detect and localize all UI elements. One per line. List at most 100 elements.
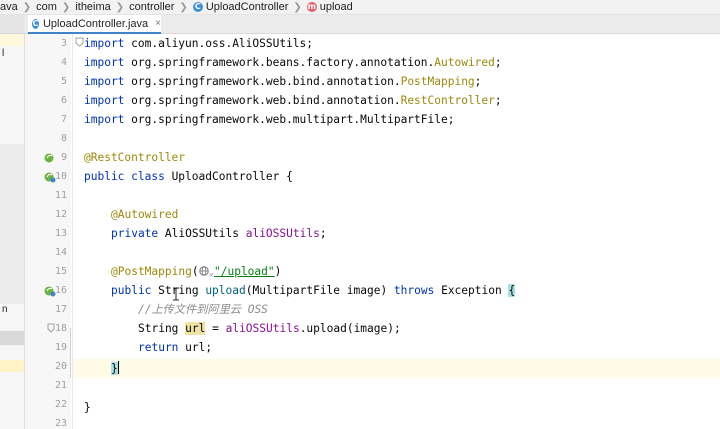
- line-number: 8: [60, 133, 67, 144]
- annotation: @RestController: [84, 151, 186, 164]
- chevron-right-icon: ❯: [61, 1, 71, 13]
- breadcrumb-label: upload: [319, 1, 353, 13]
- code-line-22: }: [84, 398, 91, 417]
- line-number: 5: [60, 76, 67, 87]
- code-line-13: private AliOSSUtils aliOSSUtils;: [111, 224, 327, 243]
- code-text: (: [191, 265, 199, 278]
- code-editor[interactable]: import com.aliyun.oss.AliOSSUtils; impor…: [72, 34, 720, 429]
- breadcrumb-item-class[interactable]: C UploadController: [192, 1, 289, 13]
- tree-item-highlight: [0, 360, 24, 372]
- annotation: @Autowired: [111, 208, 179, 221]
- line-number: 13: [54, 228, 67, 239]
- breadcrumb-item-com[interactable]: com: [36, 1, 57, 13]
- line-number: 7: [60, 114, 67, 125]
- tree-item-selected: [0, 331, 24, 345]
- breadcrumb-label: com: [36, 1, 57, 13]
- globe-icon[interactable]: [198, 266, 209, 278]
- comment: //上传文件到阿里云 OSS: [138, 303, 268, 316]
- class-icon: C: [32, 18, 39, 29]
- line-number: 11: [54, 190, 67, 201]
- code-text: url;: [178, 341, 213, 354]
- code-text: UploadController {: [164, 170, 293, 183]
- field-name: aliOSSUtils: [225, 322, 300, 335]
- code-text: AliOSSUtils: [158, 227, 246, 240]
- tab-label: UploadController.java: [42, 17, 149, 30]
- code-line-16: public String upload(MultipartFile image…: [111, 281, 516, 300]
- fold-imports-icon[interactable]: [75, 37, 84, 47]
- line-number: 3: [60, 38, 67, 49]
- code-line-4: import org.springframework.beans.factory…: [84, 53, 502, 72]
- chevron-right-icon: ❯: [179, 1, 188, 13]
- code-line-12: @Autowired: [111, 205, 178, 224]
- line-number: 15: [54, 266, 67, 277]
- breadcrumb-label: UploadController: [205, 1, 289, 13]
- class-icon: C: [192, 2, 203, 12]
- project-panel[interactable]: l n: [0, 34, 25, 429]
- line-number: 17: [54, 304, 67, 315]
- keyword: private: [111, 227, 159, 240]
- field-name: aliOSSUtils: [245, 227, 320, 240]
- line-number: 22: [54, 399, 67, 410]
- code-text: ;: [494, 56, 502, 69]
- breadcrumb-label: itheima: [75, 1, 111, 13]
- mouse-ibeam-icon: [173, 287, 179, 301]
- keyword: import: [84, 75, 125, 88]
- keyword: import: [84, 113, 125, 126]
- line-number: 19: [54, 342, 67, 353]
- breadcrumb-item-package-root[interactable]: ava: [0, 1, 18, 13]
- code-text: com.aliyun.oss.AliOSSUtils;: [124, 37, 314, 50]
- line-number: 20: [54, 361, 67, 372]
- breadcrumb: ava ❯ com ❯ itheima ❯ controller ❯ C Uplo…: [0, 0, 720, 15]
- request-mapping-icon[interactable]: [44, 285, 56, 297]
- string-literal[interactable]: "/upload": [214, 265, 275, 278]
- tree-item-fragment[interactable]: l: [0, 48, 26, 62]
- close-icon[interactable]: ×: [155, 18, 161, 29]
- breadcrumb-label: controller: [129, 1, 175, 13]
- code-text: org.springframework.web.bind.annotation.: [124, 75, 401, 88]
- spring-bean-icon[interactable]: [44, 171, 56, 183]
- code-text: (MultipartFile image): [245, 284, 394, 297]
- variable-highlight: url: [185, 322, 206, 335]
- code-line-10: public class UploadController {: [84, 167, 293, 186]
- keyword: import: [84, 37, 125, 50]
- code-text: =: [205, 322, 226, 335]
- annotation: @PostMapping: [111, 265, 192, 278]
- text-cursor: [117, 361, 119, 374]
- breadcrumb-item-controller[interactable]: controller: [129, 1, 174, 13]
- keyword: throws: [393, 284, 435, 297]
- line-number: 6: [60, 95, 67, 106]
- code-text: ): [274, 265, 282, 278]
- annotation-name: PostMapping: [400, 75, 475, 88]
- chevron-right-icon: ❯: [22, 1, 32, 13]
- code-line-18: String url = aliOSSUtils.upload(image);: [138, 319, 401, 338]
- editor-tab-bar: C UploadController.java ×: [0, 15, 720, 34]
- annotation-name: Autowired: [434, 56, 495, 69]
- code-line-17: //上传文件到阿里云 OSS: [138, 300, 268, 319]
- code-line-19: return url;: [138, 338, 212, 357]
- matched-brace: }: [111, 362, 118, 375]
- code-text: ;: [494, 94, 502, 107]
- code-line-15: @PostMapping(⌄"/upload"): [111, 262, 281, 281]
- line-gutter[interactable]: 3 4 5 6 7 8 9 10 11 12 13 14 15 16 17 18…: [25, 34, 71, 429]
- code-line-20: }: [111, 359, 119, 378]
- line-number: 23: [54, 418, 67, 429]
- breadcrumb-item-method[interactable]: m upload: [306, 1, 353, 13]
- code-text: }: [84, 401, 91, 414]
- method-name: upload: [205, 284, 246, 297]
- spring-bean-icon[interactable]: [44, 152, 56, 164]
- project-panel-edge: [0, 15, 24, 33]
- code-text: ;: [474, 75, 482, 88]
- code-text: String: [138, 322, 186, 335]
- code-text: ;: [319, 227, 327, 240]
- keyword: public class: [84, 170, 165, 183]
- chevron-right-icon: ❯: [115, 1, 125, 13]
- method-icon: m: [306, 2, 317, 12]
- breadcrumb-item-itheima[interactable]: itheima: [75, 1, 110, 13]
- matched-brace: {: [508, 284, 516, 297]
- tree-region: [0, 144, 24, 304]
- tree-item-fragment[interactable]: n: [0, 304, 26, 318]
- fold-marker-icon[interactable]: [46, 323, 56, 333]
- tab-upload-controller[interactable]: C UploadController.java ×: [28, 15, 161, 34]
- selected-row-highlight: [0, 34, 24, 46]
- line-number: 14: [54, 247, 67, 258]
